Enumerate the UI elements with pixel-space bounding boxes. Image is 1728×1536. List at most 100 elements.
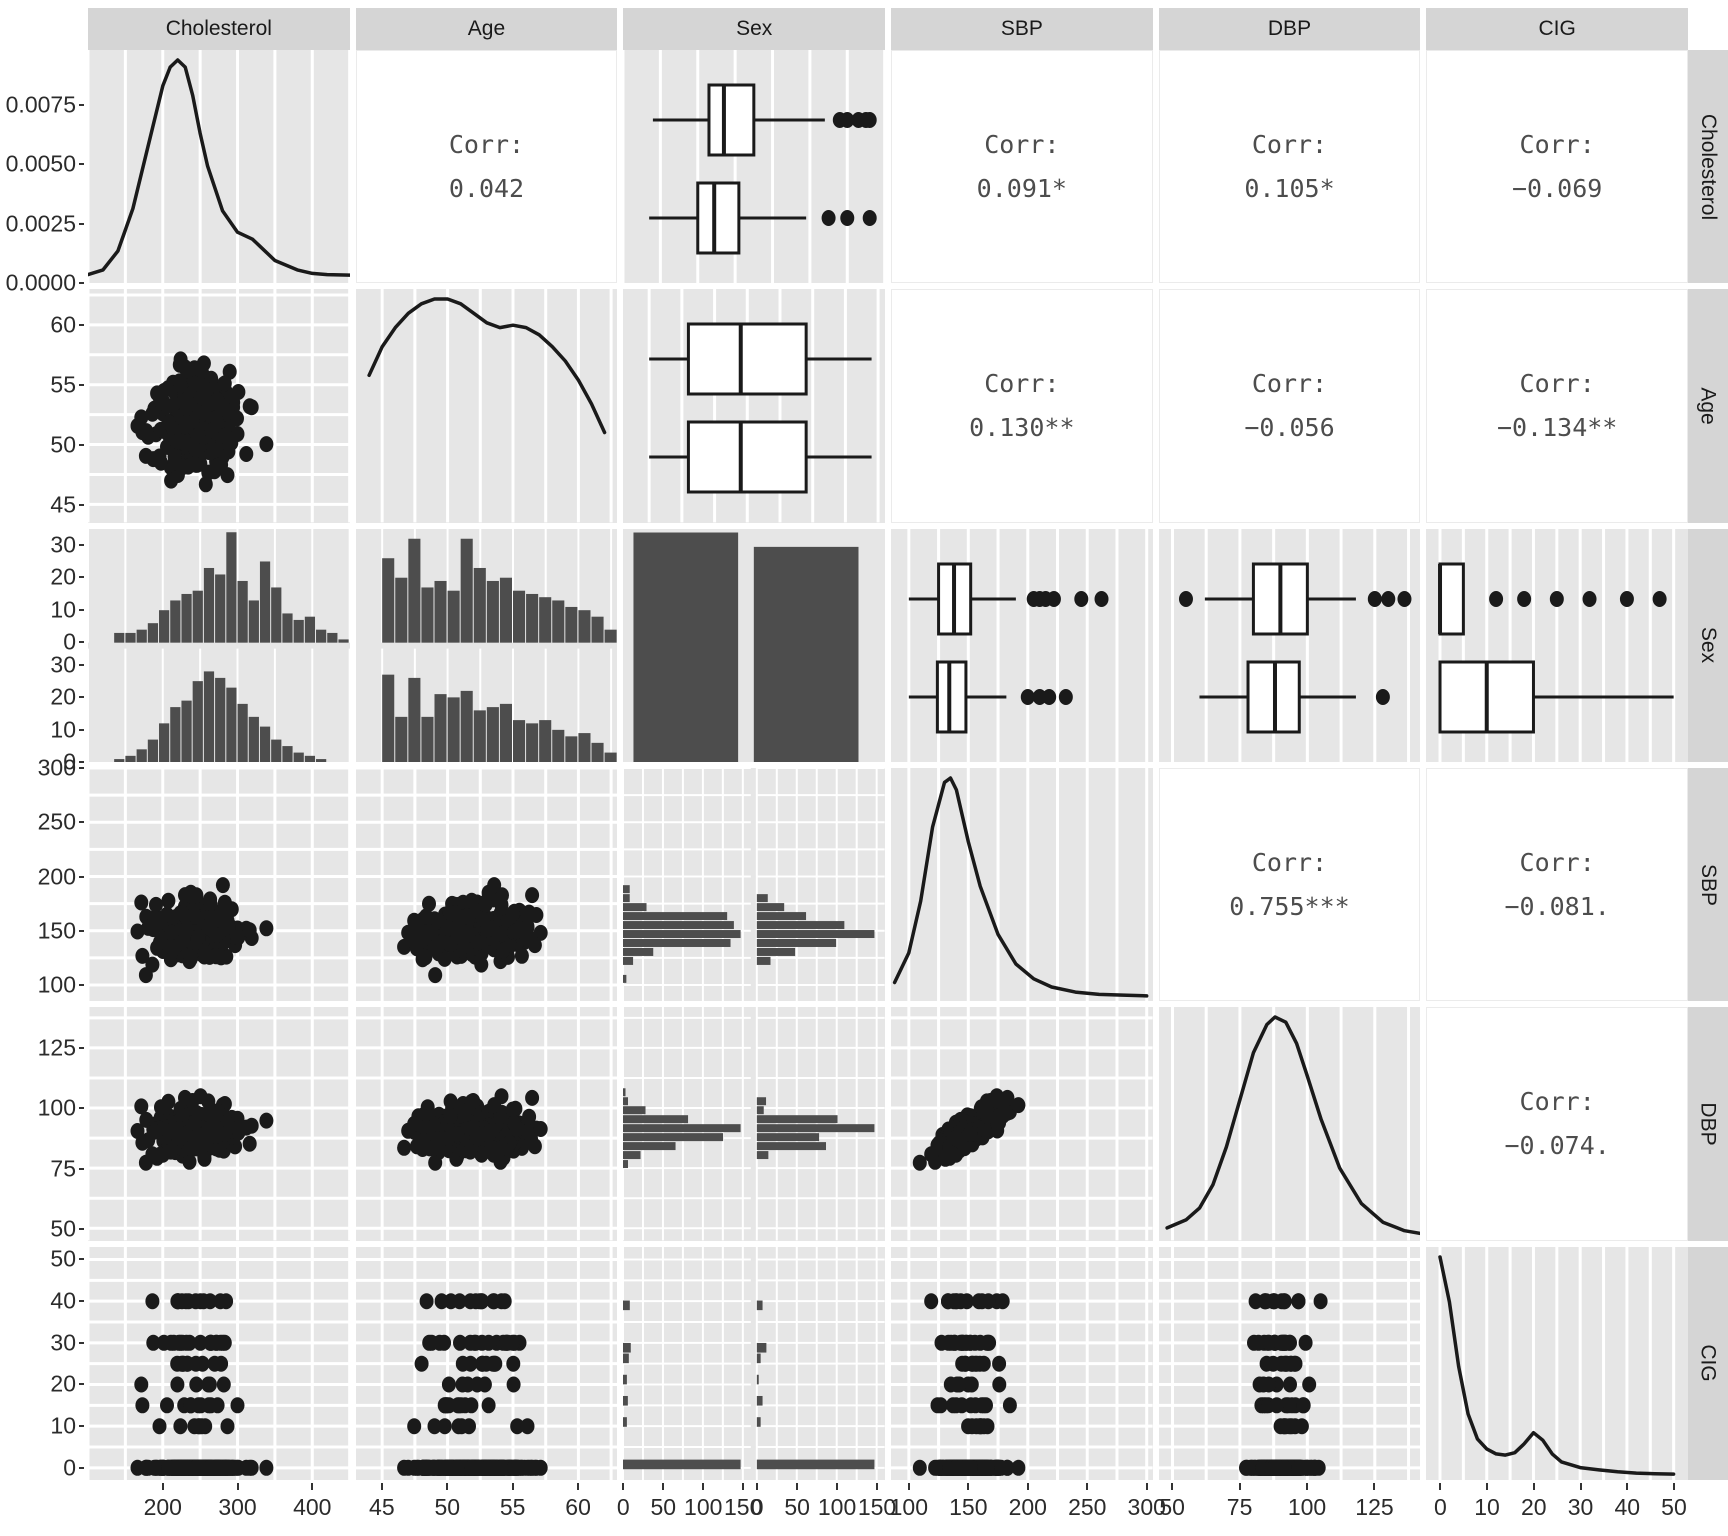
y-tick-label: 40 (50, 1287, 76, 1314)
y-tick-mark (79, 503, 84, 506)
corr-number: −0.069 (1512, 173, 1603, 203)
panel-boxplot (1426, 528, 1688, 762)
y-tick-label: 60 (50, 311, 76, 338)
y-tick-label: 300 (37, 754, 76, 781)
corr-number: 0.091* (976, 173, 1067, 203)
panel-scatter (891, 1246, 1153, 1480)
corr-number: 0.105* (1244, 173, 1335, 203)
cell-cig-sbp (891, 1246, 1153, 1480)
panel-correlation: Corr: 0.105* (1158, 50, 1421, 284)
corr-label: Corr: (448, 129, 525, 159)
panel-density (88, 50, 350, 284)
panel-scatter (88, 289, 350, 523)
y-tick-label: 20 (50, 563, 76, 590)
x-tick-label: 45 (369, 1494, 395, 1520)
corr-number: −0.074. (1504, 1130, 1610, 1160)
y-tick-label: 100 (37, 971, 76, 998)
panel-scatter (1158, 1246, 1421, 1480)
correlation-value: Corr: 0.042 (357, 51, 617, 282)
panel-correlation: Corr: 0.091* (891, 50, 1153, 284)
corr-number: −0.056 (1244, 412, 1335, 442)
y-tick-mark (79, 443, 84, 446)
x-tick-label: 400 (293, 1494, 332, 1520)
x-tick-mark (967, 1483, 970, 1490)
cell-dbp-cig: Corr: −0.074. (1426, 1007, 1688, 1241)
panel-correlation: Corr: −0.134** (1426, 289, 1688, 523)
x-tick-label: 100 (817, 1494, 857, 1520)
cell-sbp-cig: Corr: −0.081. (1426, 768, 1688, 1002)
corr-label: Corr: (984, 369, 1060, 399)
y-tick-mark (79, 1227, 84, 1230)
x-tick-mark (1145, 1483, 1148, 1490)
corr-number: 0.042 (448, 173, 525, 203)
x-tick-label: 0 (1433, 1494, 1447, 1520)
y-tick-label: 30 (50, 1329, 76, 1355)
x-tick-label: 50 (1159, 1494, 1185, 1520)
correlation-value: Corr: 0.105* (1160, 51, 1420, 282)
panel-correlation: Corr: 0.755*** (1158, 768, 1421, 1002)
corr-number: 0.755*** (1229, 891, 1350, 921)
cell-age-cig: Corr: −0.134** (1426, 289, 1688, 523)
x-tick-mark (1171, 1483, 1174, 1490)
y-tick-mark (79, 984, 84, 987)
row-header-dbp: DBP (1688, 1007, 1728, 1241)
y-tick-label: 125 (37, 1034, 76, 1061)
panel-scatter (88, 528, 350, 762)
cell-sbp-cholesterol (88, 768, 350, 1002)
column-header-label: Sex (736, 17, 773, 40)
y-tick-label: 50 (50, 1245, 76, 1272)
corr-label: Corr: (1519, 369, 1595, 399)
cell-dbp-cholesterol (88, 1007, 350, 1241)
panel-bar (623, 528, 885, 762)
x-tick-label: 40 (1614, 1494, 1641, 1520)
y-tick-mark (79, 663, 84, 666)
panel-scatter (355, 528, 618, 762)
corr-label: Corr: (1251, 847, 1328, 877)
cell-cholesterol-cholesterol (88, 50, 350, 284)
x-tick-label: 60 (565, 1494, 591, 1520)
corr-number: −0.081. (1504, 891, 1610, 921)
correlation-value: Corr: −0.069 (1427, 51, 1687, 282)
x-tick-mark (311, 1483, 314, 1490)
y-tick-mark (79, 576, 84, 579)
column-header-sbp: SBP (891, 8, 1153, 50)
column-header-label: DBP (1267, 17, 1312, 40)
y-tick-label: 20 (50, 1370, 76, 1397)
panel-scatter (88, 768, 350, 1002)
x-tick-label: 0 (616, 1494, 630, 1520)
x-tick-mark (836, 1483, 839, 1490)
panel-density (355, 289, 618, 523)
panel-boxplot (623, 50, 885, 284)
y-tick-mark (79, 696, 84, 699)
column-header-cig: CIG (1426, 8, 1688, 50)
x-tick-label: 100 (684, 1494, 723, 1520)
column-header-dbp: DBP (1158, 8, 1421, 50)
y-tick-label: 100 (37, 1094, 76, 1121)
corr-label: Corr: (984, 129, 1060, 159)
panel-scatter (355, 768, 618, 1002)
y-tick-label: 20 (50, 683, 76, 710)
x-tick-mark (876, 1483, 878, 1490)
y-tick-label: 75 (50, 1155, 76, 1181)
y-tick-label: 50 (50, 1215, 76, 1242)
y-tick-mark (79, 1424, 84, 1427)
panel-correlation: Corr: −0.074. (1426, 1007, 1688, 1241)
x-tick-mark (662, 1483, 665, 1490)
cell-cholesterol-sbp: Corr: 0.091* (891, 50, 1153, 284)
y-tick-label: 250 (37, 808, 76, 835)
panel-correlation: Corr: 0.130** (891, 289, 1153, 523)
cell-cholesterol-dbp: Corr: 0.105* (1158, 50, 1421, 284)
cell-cig-dbp (1158, 1246, 1421, 1480)
row-header-label: DBP (1697, 1102, 1720, 1146)
y-tick-mark (79, 608, 84, 611)
row-header-sbp: SBP (1688, 768, 1728, 1002)
panel-correlation: Corr: −0.081. (1426, 768, 1688, 1002)
x-tick-mark (577, 1483, 580, 1490)
x-tick-mark (1306, 1483, 1309, 1490)
x-tick-mark (796, 1483, 799, 1490)
x-tick-mark (236, 1483, 239, 1490)
cell-cholesterol-age: Corr: 0.042 (355, 50, 618, 284)
cell-sex-cig (1426, 528, 1688, 762)
x-tick-label: 200 (1008, 1494, 1047, 1520)
cell-age-cholesterol (88, 289, 350, 523)
